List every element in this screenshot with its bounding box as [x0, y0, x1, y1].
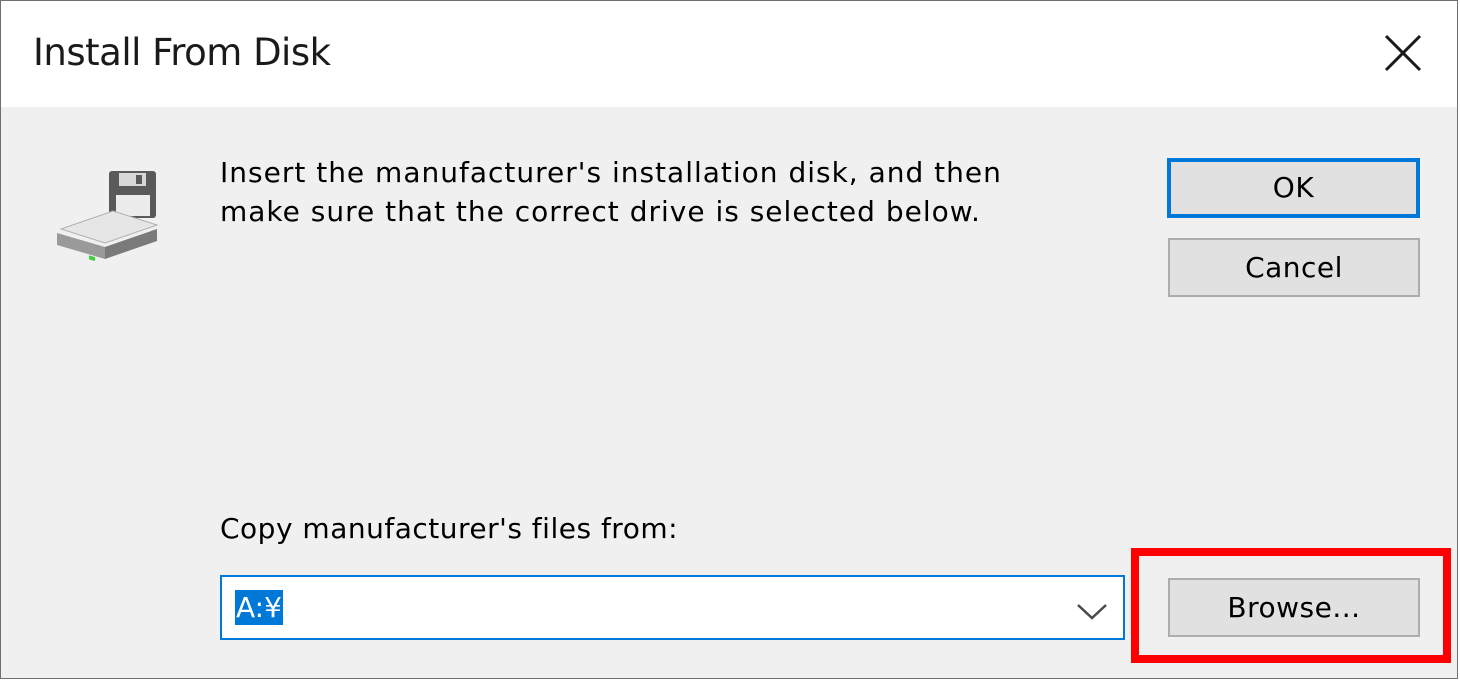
instruction-text: Insert the manufacturer's installation d… [220, 156, 1002, 228]
copy-files-label: Copy manufacturer's files from: [220, 512, 679, 545]
chevron-down-icon[interactable] [1075, 599, 1109, 623]
drive-icon [57, 171, 159, 261]
browse-button[interactable]: Browse... [1168, 578, 1420, 637]
cancel-button[interactable]: Cancel [1168, 238, 1420, 297]
close-button[interactable] [1353, 1, 1457, 107]
install-from-disk-dialog: Install From Disk Insert the manufacture… [0, 0, 1458, 679]
ok-button[interactable]: OK [1167, 158, 1420, 218]
close-icon [1384, 34, 1422, 72]
copy-from-value[interactable]: A:¥ [235, 590, 283, 625]
dialog-title: Install From Disk [33, 31, 331, 74]
title-bar[interactable]: Install From Disk [1, 1, 1457, 107]
copy-from-combobox[interactable]: A:¥ [220, 575, 1125, 640]
